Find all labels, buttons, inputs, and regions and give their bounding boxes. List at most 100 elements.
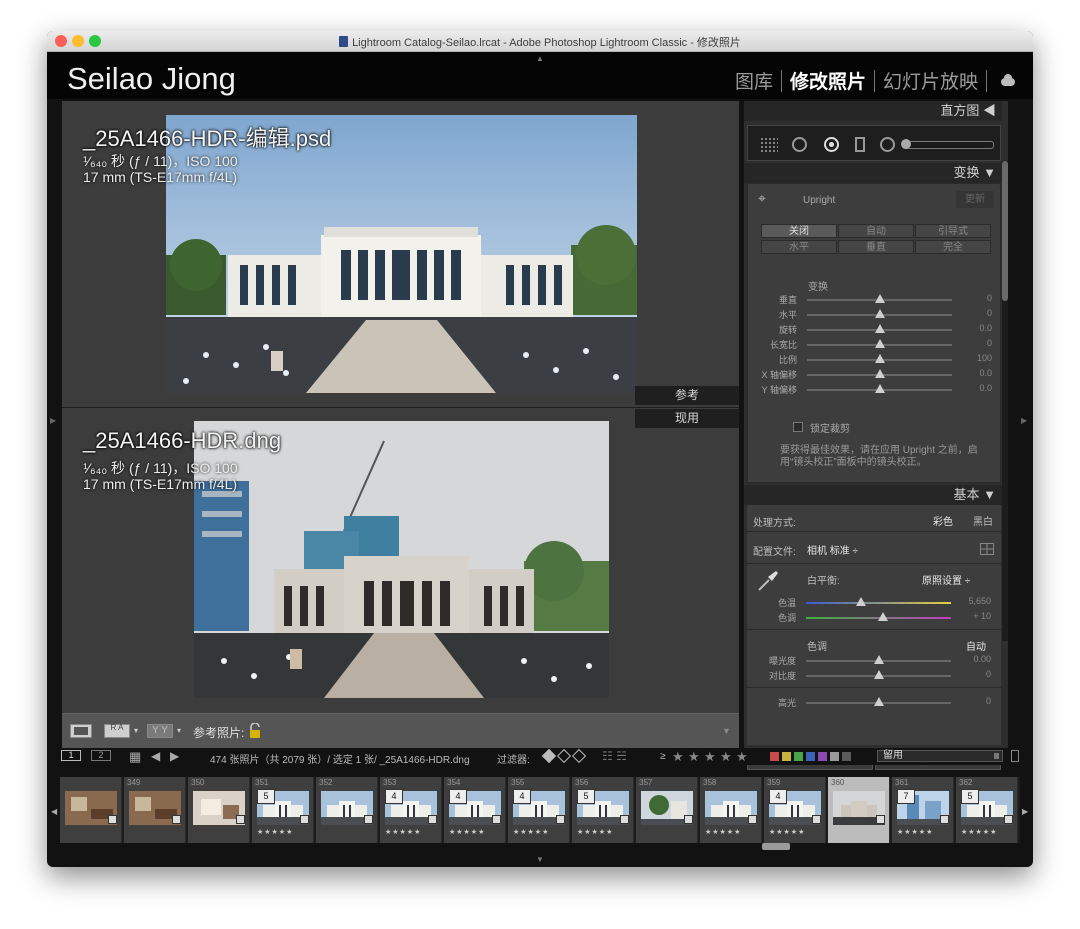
- transform-slider[interactable]: 旋转 0.0: [748, 322, 1002, 337]
- transform-slider-knob[interactable]: [874, 309, 885, 318]
- chevron-down-icon[interactable]: ▾: [177, 726, 181, 735]
- transform-slider-track[interactable]: [807, 369, 952, 378]
- temp-slider[interactable]: 色温 5,650: [747, 595, 1001, 610]
- stack-count-badge[interactable]: 5: [961, 789, 979, 804]
- transform-slider-knob[interactable]: [874, 384, 885, 393]
- exposure-knob[interactable]: [874, 655, 884, 664]
- stack-count-badge[interactable]: 4: [769, 789, 787, 804]
- highlights-slider[interactable]: 高光 0: [747, 695, 1001, 710]
- transform-slider-knob[interactable]: [874, 294, 885, 303]
- module-slideshow[interactable]: 幻灯片放映: [875, 67, 986, 94]
- transform-slider-track[interactable]: [807, 339, 952, 348]
- transform-slider[interactable]: Y 轴偏移 0.0: [748, 382, 1002, 397]
- filmstrip-cell[interactable]: 351 5 ★★★★★: [252, 777, 314, 843]
- lock-icon[interactable]: [248, 723, 262, 739]
- tint-knob[interactable]: [877, 612, 888, 621]
- contrast-slider[interactable]: 对比度 0: [747, 668, 1001, 683]
- module-library[interactable]: 图库: [727, 67, 781, 94]
- upright-guided-button[interactable]: 引导式: [915, 224, 991, 238]
- rating-operator[interactable]: ≥: [660, 751, 666, 762]
- rating-star-icon[interactable]: ★: [672, 749, 684, 765]
- highlights-knob[interactable]: [874, 697, 884, 706]
- transform-slider[interactable]: 垂直 0: [748, 292, 1002, 307]
- filmstrip-cell[interactable]: 352: [316, 777, 378, 843]
- contrast-knob[interactable]: [874, 670, 884, 679]
- filter-preset-dropdown[interactable]: 留用: [877, 750, 1003, 762]
- tint-track[interactable]: [806, 612, 951, 621]
- filter-lock-icon[interactable]: [1011, 750, 1019, 762]
- transform-slider[interactable]: X 轴偏移 0.0: [748, 367, 1002, 382]
- filmstrip-cell[interactable]: 358 ★★★★★: [700, 777, 762, 843]
- filmstrip-cell[interactable]: 357: [636, 777, 698, 843]
- upright-auto-button[interactable]: 自动: [838, 224, 914, 238]
- stack-count-badge[interactable]: 4: [513, 789, 531, 804]
- top-panel-toggle-icon[interactable]: ▲: [536, 54, 544, 63]
- module-develop[interactable]: 修改照片: [782, 67, 874, 94]
- exposure-track[interactable]: [806, 655, 951, 664]
- filmstrip-cell[interactable]: 361 7 ★★★★★: [892, 777, 954, 843]
- filmstrip-info[interactable]: 474 张照片（共 2079 张）/ 选定 1 张/ _25A1466-HDR.…: [210, 751, 470, 766]
- left-panel-toggle-icon[interactable]: ▶: [50, 416, 56, 425]
- forward-arrow-icon[interactable]: ▶: [170, 749, 179, 763]
- loupe-view-icon[interactable]: [70, 724, 92, 738]
- treatment-color[interactable]: 彩色: [933, 513, 953, 528]
- upright-vertical-button[interactable]: 垂直: [838, 240, 914, 254]
- rating-star-icon[interactable]: ★: [688, 749, 700, 765]
- stack-count-badge[interactable]: 7: [897, 789, 915, 804]
- exposure-slider[interactable]: 曝光度 0.00: [747, 653, 1001, 668]
- filmstrip-scroll-right-icon[interactable]: ▶: [1022, 807, 1028, 816]
- bottom-panel-toggle-icon[interactable]: ▼: [536, 855, 544, 864]
- right-panel-scrollbar[interactable]: [1002, 161, 1008, 641]
- transform-slider[interactable]: 比例 100: [748, 352, 1002, 367]
- transform-slider[interactable]: 长宽比 0: [748, 337, 1002, 352]
- transform-header[interactable]: 变换 ▼: [744, 163, 1002, 183]
- tint-slider[interactable]: 色调 + 10: [747, 610, 1001, 625]
- transform-slider-knob[interactable]: [874, 324, 885, 333]
- filmstrip-scroll-left-icon[interactable]: ◀: [51, 807, 57, 816]
- filmstrip-cell[interactable]: 350: [188, 777, 250, 843]
- white-balance-picker-icon[interactable]: [755, 568, 781, 594]
- color-label-filter[interactable]: [770, 752, 779, 761]
- upright-off-button[interactable]: 关闭: [761, 224, 837, 238]
- before-after-view-icon[interactable]: Y Y: [147, 724, 173, 738]
- reference-view-icon[interactable]: R A: [104, 724, 130, 738]
- stack-count-badge[interactable]: 5: [257, 789, 275, 804]
- temp-knob[interactable]: [856, 597, 867, 606]
- active-photo[interactable]: [194, 421, 609, 698]
- scrollbar-thumb[interactable]: [1002, 161, 1008, 301]
- profile-dropdown[interactable]: 相机 标准 ÷: [807, 542, 858, 557]
- update-button[interactable]: 更新: [956, 191, 994, 208]
- upright-level-button[interactable]: 水平: [761, 240, 837, 254]
- stack-count-badge[interactable]: 4: [449, 789, 467, 804]
- color-label-filter[interactable]: [818, 752, 827, 761]
- profile-browser-icon[interactable]: [980, 543, 994, 555]
- sort-icon[interactable]: ☷ ☵: [602, 749, 627, 763]
- monitor-1-button[interactable]: 1: [61, 750, 81, 761]
- tone-auto-button[interactable]: 自动: [966, 638, 986, 653]
- rating-star-icon[interactable]: ★: [720, 749, 732, 765]
- filmstrip-cell[interactable]: 362 5 ★★★★★: [956, 777, 1018, 843]
- transform-slider-track[interactable]: [807, 324, 952, 333]
- basic-header[interactable]: 基本 ▼: [744, 485, 1002, 505]
- cloud-sync-icon[interactable]: [1001, 74, 1015, 86]
- crop-tool-icon[interactable]: [792, 137, 807, 152]
- toolbar-menu-icon[interactable]: ▼: [722, 726, 731, 736]
- temp-track[interactable]: [806, 597, 951, 606]
- color-label-filter[interactable]: [806, 752, 815, 761]
- spot-removal-icon[interactable]: [824, 137, 839, 152]
- color-label-filter[interactable]: [842, 752, 851, 761]
- wb-dropdown[interactable]: 原照设置 ÷: [922, 572, 970, 587]
- rating-star-icon[interactable]: ★: [704, 749, 716, 765]
- transform-slider-track[interactable]: [807, 309, 952, 318]
- upright-full-button[interactable]: 完全: [915, 240, 991, 254]
- filmstrip-cell[interactable]: 360: [828, 777, 890, 843]
- grid-overlay-icon[interactable]: [760, 137, 778, 153]
- filmstrip-cell[interactable]: 354 4 ★★★★★: [444, 777, 506, 843]
- transform-slider-track[interactable]: [807, 294, 952, 303]
- histogram-header[interactable]: 直方图 ◀: [744, 101, 1002, 121]
- color-label-filter[interactable]: [830, 752, 839, 761]
- flag-pick-icon[interactable]: [541, 748, 557, 764]
- filmstrip-cell[interactable]: 349: [124, 777, 186, 843]
- highlights-track[interactable]: [806, 697, 951, 706]
- filmstrip-cell[interactable]: 356 5 ★★★★★: [572, 777, 634, 843]
